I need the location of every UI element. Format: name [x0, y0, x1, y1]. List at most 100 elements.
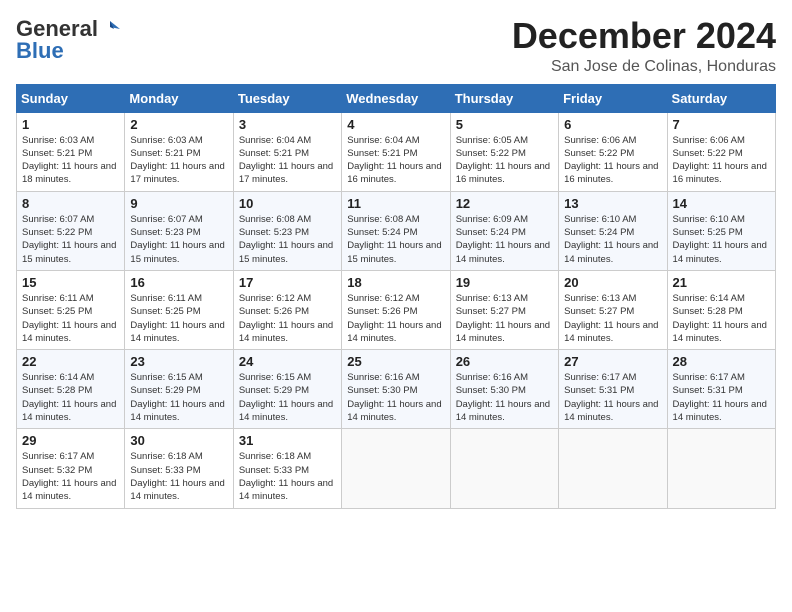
day-number: 29 — [22, 433, 119, 448]
table-row: 29 Sunrise: 6:17 AMSunset: 5:32 PMDayligh… — [17, 429, 125, 508]
day-number: 8 — [22, 196, 119, 211]
table-row: 27 Sunrise: 6:17 AMSunset: 5:31 PMDayligh… — [559, 350, 667, 429]
day-number: 31 — [239, 433, 336, 448]
day-number: 24 — [239, 354, 336, 369]
main-title: December 2024 — [512, 16, 776, 56]
day-number: 16 — [130, 275, 227, 290]
location-subtitle: San Jose de Colinas, Honduras — [512, 58, 776, 76]
day-number: 5 — [456, 117, 553, 132]
day-info: Sunrise: 6:11 AMSunset: 5:25 PMDaylight:… — [130, 292, 227, 345]
header-tuesday: Tuesday — [233, 84, 341, 112]
day-info: Sunrise: 6:03 AMSunset: 5:21 PMDaylight:… — [22, 134, 119, 187]
table-row: 20 Sunrise: 6:13 AMSunset: 5:27 PMDayligh… — [559, 270, 667, 349]
table-row: 5 Sunrise: 6:05 AMSunset: 5:22 PMDaylight… — [450, 112, 558, 191]
day-info: Sunrise: 6:14 AMSunset: 5:28 PMDaylight:… — [22, 371, 119, 424]
table-row: 1 Sunrise: 6:03 AMSunset: 5:21 PMDaylight… — [17, 112, 125, 191]
day-info: Sunrise: 6:08 AMSunset: 5:23 PMDaylight:… — [239, 213, 336, 266]
day-info: Sunrise: 6:13 AMSunset: 5:27 PMDaylight:… — [456, 292, 553, 345]
table-row — [450, 429, 558, 508]
table-row: 25 Sunrise: 6:16 AMSunset: 5:30 PMDayligh… — [342, 350, 450, 429]
calendar-header-row: Sunday Monday Tuesday Wednesday Thursday… — [17, 84, 776, 112]
day-number: 23 — [130, 354, 227, 369]
day-info: Sunrise: 6:08 AMSunset: 5:24 PMDaylight:… — [347, 213, 444, 266]
day-number: 25 — [347, 354, 444, 369]
table-row — [667, 429, 775, 508]
logo: General Blue — [16, 16, 120, 64]
day-info: Sunrise: 6:18 AMSunset: 5:33 PMDaylight:… — [130, 450, 227, 503]
day-info: Sunrise: 6:07 AMSunset: 5:23 PMDaylight:… — [130, 213, 227, 266]
day-number: 18 — [347, 275, 444, 290]
calendar-week-5: 29 Sunrise: 6:17 AMSunset: 5:32 PMDayligh… — [17, 429, 776, 508]
day-number: 6 — [564, 117, 661, 132]
day-info: Sunrise: 6:04 AMSunset: 5:21 PMDaylight:… — [347, 134, 444, 187]
day-info: Sunrise: 6:12 AMSunset: 5:26 PMDaylight:… — [347, 292, 444, 345]
day-number: 12 — [456, 196, 553, 211]
table-row: 18 Sunrise: 6:12 AMSunset: 5:26 PMDayligh… — [342, 270, 450, 349]
day-info: Sunrise: 6:06 AMSunset: 5:22 PMDaylight:… — [564, 134, 661, 187]
day-info: Sunrise: 6:07 AMSunset: 5:22 PMDaylight:… — [22, 213, 119, 266]
day-info: Sunrise: 6:11 AMSunset: 5:25 PMDaylight:… — [22, 292, 119, 345]
table-row: 19Sunrise: 6:13 AMSunset: 5:27 PMDayligh… — [450, 270, 558, 349]
day-info: Sunrise: 6:13 AMSunset: 5:27 PMDaylight:… — [564, 292, 661, 345]
day-info: Sunrise: 6:15 AMSunset: 5:29 PMDaylight:… — [239, 371, 336, 424]
header-wednesday: Wednesday — [342, 84, 450, 112]
day-info: Sunrise: 6:17 AMSunset: 5:32 PMDaylight:… — [22, 450, 119, 503]
day-info: Sunrise: 6:14 AMSunset: 5:28 PMDaylight:… — [673, 292, 770, 345]
table-row: 4 Sunrise: 6:04 AMSunset: 5:21 PMDaylight… — [342, 112, 450, 191]
day-number: 20 — [564, 275, 661, 290]
day-number: 10 — [239, 196, 336, 211]
table-row: 12 Sunrise: 6:09 AMSunset: 5:24 PMDayligh… — [450, 191, 558, 270]
table-row: 2Sunrise: 6:03 AMSunset: 5:21 PMDaylight… — [125, 112, 233, 191]
day-number: 4 — [347, 117, 444, 132]
table-row: 24 Sunrise: 6:15 AMSunset: 5:29 PMDayligh… — [233, 350, 341, 429]
table-row: 16 Sunrise: 6:11 AMSunset: 5:25 PMDayligh… — [125, 270, 233, 349]
header-sunday: Sunday — [17, 84, 125, 112]
day-info: Sunrise: 6:16 AMSunset: 5:30 PMDaylight:… — [456, 371, 553, 424]
table-row: 22 Sunrise: 6:14 AMSunset: 5:28 PMDayligh… — [17, 350, 125, 429]
table-row: 8 Sunrise: 6:07 AMSunset: 5:22 PMDaylight… — [17, 191, 125, 270]
calendar-table: Sunday Monday Tuesday Wednesday Thursday… — [16, 84, 776, 509]
header-friday: Friday — [559, 84, 667, 112]
table-row — [342, 429, 450, 508]
day-info: Sunrise: 6:15 AMSunset: 5:29 PMDaylight:… — [130, 371, 227, 424]
day-number: 22 — [22, 354, 119, 369]
header-monday: Monday — [125, 84, 233, 112]
day-number: 1 — [22, 117, 119, 132]
table-row: 15 Sunrise: 6:11 AMSunset: 5:25 PMDayligh… — [17, 270, 125, 349]
day-info: Sunrise: 6:05 AMSunset: 5:22 PMDaylight:… — [456, 134, 553, 187]
day-info: Sunrise: 6:09 AMSunset: 5:24 PMDaylight:… — [456, 213, 553, 266]
day-number: 7 — [673, 117, 770, 132]
day-number: 17 — [239, 275, 336, 290]
calendar-week-1: 1 Sunrise: 6:03 AMSunset: 5:21 PMDaylight… — [17, 112, 776, 191]
table-row: 23 Sunrise: 6:15 AMSunset: 5:29 PMDayligh… — [125, 350, 233, 429]
calendar-week-2: 8 Sunrise: 6:07 AMSunset: 5:22 PMDaylight… — [17, 191, 776, 270]
table-row: 31Sunrise: 6:18 AMSunset: 5:33 PMDayligh… — [233, 429, 341, 508]
page-header: General Blue December 2024 San Jose de C… — [16, 16, 776, 76]
day-number: 9 — [130, 196, 227, 211]
day-info: Sunrise: 6:17 AMSunset: 5:31 PMDaylight:… — [564, 371, 661, 424]
day-info: Sunrise: 6:10 AMSunset: 5:24 PMDaylight:… — [564, 213, 661, 266]
day-number: 14 — [673, 196, 770, 211]
day-number: 13 — [564, 196, 661, 211]
header-saturday: Saturday — [667, 84, 775, 112]
day-number: 15 — [22, 275, 119, 290]
table-row: 9 Sunrise: 6:07 AMSunset: 5:23 PMDaylight… — [125, 191, 233, 270]
day-number: 26 — [456, 354, 553, 369]
day-number: 21 — [673, 275, 770, 290]
day-number: 3 — [239, 117, 336, 132]
day-number: 11 — [347, 196, 444, 211]
title-section: December 2024 San Jose de Colinas, Hondu… — [512, 16, 776, 76]
logo-bird-icon — [100, 19, 120, 39]
table-row: 21 Sunrise: 6:14 AMSunset: 5:28 PMDayligh… — [667, 270, 775, 349]
table-row: 6 Sunrise: 6:06 AMSunset: 5:22 PMDaylight… — [559, 112, 667, 191]
day-info: Sunrise: 6:04 AMSunset: 5:21 PMDaylight:… — [239, 134, 336, 187]
day-info: Sunrise: 6:10 AMSunset: 5:25 PMDaylight:… — [673, 213, 770, 266]
table-row: 26 Sunrise: 6:16 AMSunset: 5:30 PMDayligh… — [450, 350, 558, 429]
day-info: Sunrise: 6:16 AMSunset: 5:30 PMDaylight:… — [347, 371, 444, 424]
table-row: 14 Sunrise: 6:10 AMSunset: 5:25 PMDayligh… — [667, 191, 775, 270]
logo-blue-text: Blue — [16, 38, 64, 64]
day-info: Sunrise: 6:06 AMSunset: 5:22 PMDaylight:… — [673, 134, 770, 187]
day-number: 27 — [564, 354, 661, 369]
day-number: 28 — [673, 354, 770, 369]
calendar-week-4: 22 Sunrise: 6:14 AMSunset: 5:28 PMDayligh… — [17, 350, 776, 429]
